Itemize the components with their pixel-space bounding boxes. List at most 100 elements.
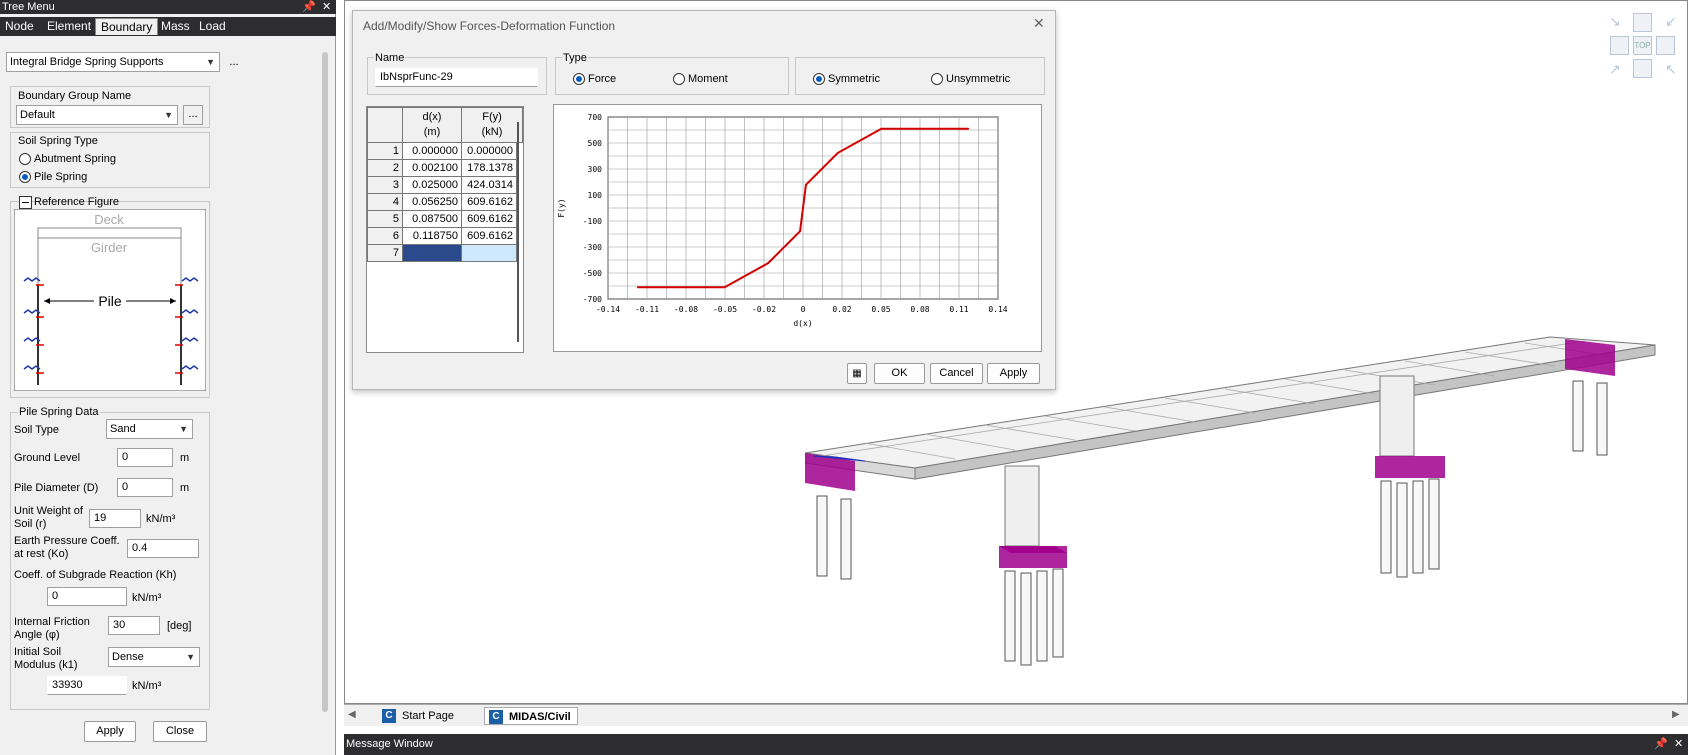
tab-midas-civil[interactable]: C MIDAS/Civil	[484, 707, 578, 725]
earth-pressure-input[interactable]: 0.4	[127, 539, 199, 558]
data-point	[636, 286, 639, 289]
row-number: 3	[367, 176, 403, 194]
dialog-title: Add/Modify/Show Forces-Deformation Funct…	[363, 19, 616, 33]
pin-icon[interactable]: 📌	[302, 0, 316, 14]
pile-diameter-label: Pile Diameter (D)	[14, 482, 99, 494]
tab-boundary[interactable]: Boundary	[95, 18, 159, 35]
arrow-icon[interactable]: ↙	[1665, 13, 1677, 30]
cell-d[interactable]	[402, 244, 462, 262]
data-point	[680, 286, 682, 289]
cell-f[interactable]	[461, 244, 517, 262]
tab-node[interactable]: Node	[0, 18, 39, 35]
row-number: 2	[367, 159, 403, 177]
tree-menu-title: Tree Menu	[2, 1, 55, 13]
chart-icon-button[interactable]: ▦	[847, 363, 867, 384]
soil-modulus-label-line2: Modulus (k1)	[14, 659, 78, 671]
data-point	[967, 127, 970, 130]
view-cube-left-face[interactable]	[1610, 36, 1629, 55]
arrow-icon[interactable]: ↗	[1609, 61, 1621, 78]
function-combo[interactable]: Integral Bridge Spring Supports ▼	[6, 52, 220, 72]
ok-button[interactable]: OK	[874, 363, 925, 384]
cell-f[interactable]: 609.6162	[461, 227, 517, 245]
abutment-spring-radio[interactable]	[19, 153, 31, 165]
civil-icon: C	[382, 709, 396, 723]
pile-diameter-unit: m	[180, 482, 190, 494]
unit-weight-unit: kN/m³	[146, 513, 176, 525]
soil-modulus-input[interactable]: 33930	[47, 676, 127, 695]
function-data-table[interactable]: d(x) (m) F(y) (kN) 1 0.000000 0.000000 2 0.0…	[366, 106, 524, 353]
soil-type-combo[interactable]: Sand ▼	[106, 419, 193, 439]
name-input[interactable]: IbNsprFunc-29	[375, 68, 538, 87]
close-icon[interactable]: ✕	[1674, 734, 1683, 755]
cell-d[interactable]: 0.118750	[402, 227, 462, 245]
x-axis-label: d(x)	[793, 319, 812, 328]
boundary-group-more-button[interactable]: ...	[183, 105, 203, 125]
moment-radio[interactable]	[673, 73, 685, 85]
ground-level-input[interactable]: 0	[117, 448, 173, 467]
arrow-icon[interactable]: ↘	[1609, 13, 1621, 30]
earth-pressure-label-line1: Earth Pressure Coeff.	[14, 535, 120, 547]
cell-d[interactable]: 0.087500	[402, 210, 462, 228]
close-icon[interactable]: ✕	[1033, 15, 1045, 32]
unsymmetric-label: Unsymmetric	[946, 73, 1011, 85]
cell-f[interactable]: 0.000000	[461, 142, 517, 160]
view-cube-top-label[interactable]: TOP	[1633, 36, 1652, 55]
chart-svg: 700 500 300 100 -100 -300 -500 -700-0.14 -0.11 -0…	[557, 113, 1008, 328]
chevron-down-icon: ▼	[186, 652, 195, 662]
tree-close-button[interactable]: Close	[153, 721, 207, 742]
unsymmetric-radio[interactable]	[931, 73, 943, 85]
cell-d[interactable]: 0.002100	[402, 159, 462, 177]
cell-f[interactable]: 178.1378	[461, 159, 517, 177]
tree-apply-button[interactable]: Apply	[84, 721, 136, 742]
civil-icon: C	[489, 710, 503, 724]
x-tick-label: 0.11	[949, 305, 968, 314]
boundary-group-combo[interactable]: Default ▼	[16, 105, 178, 125]
dialog-apply-button[interactable]: Apply	[987, 363, 1040, 384]
view-cube-top-face[interactable]	[1633, 13, 1652, 32]
tab-start-page[interactable]: C Start Page	[378, 707, 460, 725]
pile-diameter-input[interactable]: 0	[117, 478, 173, 497]
force-label: Force	[588, 73, 617, 85]
soil-modulus-label-line1: Initial Soil	[14, 646, 62, 658]
arrow-icon[interactable]: ↖	[1665, 61, 1677, 78]
collapse-icon[interactable]	[19, 196, 32, 209]
scroll-left-icon[interactable]: ◀	[348, 709, 356, 720]
y-tick-label: -100	[583, 217, 602, 226]
row-number: 1	[367, 142, 403, 160]
cell-f[interactable]: 609.6162	[461, 193, 517, 211]
force-radio[interactable]	[573, 73, 585, 85]
tab-load[interactable]: Load	[194, 18, 231, 35]
scroll-right-icon[interactable]: ▶	[1672, 709, 1680, 720]
data-point	[767, 262, 769, 264]
view-cube-bottom-face[interactable]	[1633, 59, 1652, 78]
col-header-f: F(y) (kN)	[461, 107, 523, 143]
pin-icon[interactable]: 📌	[1654, 734, 1668, 755]
tree-menu-titlebar: Tree Menu 📌 ✕	[0, 0, 336, 14]
tree-scrollbar[interactable]	[322, 52, 328, 712]
pile-spring-radio[interactable]	[19, 171, 31, 183]
friction-unit: [deg]	[167, 620, 192, 632]
cell-d[interactable]: 0.000000	[402, 142, 462, 160]
table-scrollbar[interactable]	[517, 122, 519, 342]
cell-d[interactable]: 0.025000	[402, 176, 462, 194]
friction-input[interactable]: 30	[108, 616, 160, 635]
tab-element[interactable]: Element	[42, 18, 96, 35]
close-icon[interactable]: ✕	[322, 0, 331, 14]
subgrade-input[interactable]: 0	[47, 587, 127, 606]
y-axis-label: F(y)	[557, 198, 566, 217]
cell-d[interactable]: 0.056250	[402, 193, 462, 211]
unit-weight-input[interactable]: 19	[89, 509, 141, 528]
data-point	[924, 127, 926, 130]
cancel-button[interactable]: Cancel	[930, 363, 983, 384]
cell-f[interactable]: 424.0314	[461, 176, 517, 194]
function-more-button[interactable]: ...	[224, 54, 244, 74]
symmetric-radio[interactable]	[813, 73, 825, 85]
tab-mass[interactable]: Mass	[156, 18, 195, 35]
cell-f[interactable]: 609.6162	[461, 210, 517, 228]
data-point	[799, 230, 801, 232]
view-cube[interactable]: TOP ↘ ↙ ↗ ↖	[1605, 13, 1685, 81]
data-point	[880, 127, 883, 130]
soil-modulus-combo[interactable]: Dense ▼	[108, 647, 200, 667]
figure-girder-label: Girder	[91, 240, 128, 255]
view-cube-right-face[interactable]	[1656, 36, 1675, 55]
